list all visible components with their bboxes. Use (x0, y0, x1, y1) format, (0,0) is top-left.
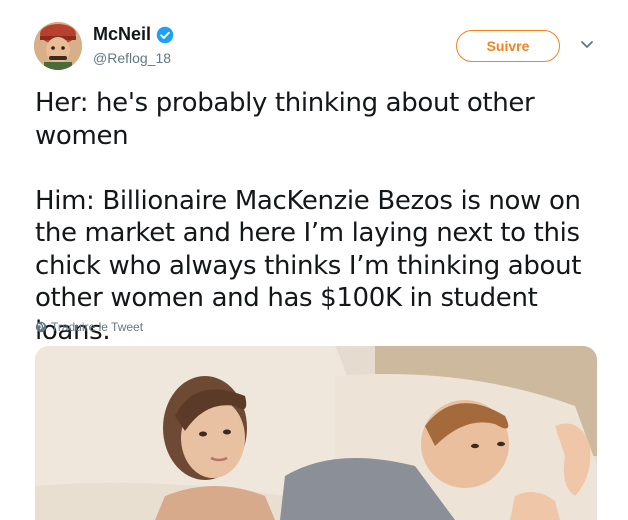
tweet-text-line: women (35, 120, 129, 151)
tweet-photo[interactable] (35, 346, 597, 520)
globe-icon (35, 321, 47, 333)
verified-badge-icon (156, 26, 174, 43)
tweet-text-line: Her: he's probably thinking about other (35, 88, 535, 118)
translate-tweet-link[interactable]: Traduire le Tweet (35, 320, 143, 334)
chevron-down-icon[interactable] (580, 40, 594, 50)
avatar-image-icon (34, 22, 82, 70)
user-avatar[interactable] (34, 22, 82, 70)
tweet-text-line: other women and has $100K in student loa… (35, 283, 538, 346)
follow-button[interactable]: Suivre (456, 30, 560, 62)
tweet-text: Her: he's probably thinking about other … (35, 87, 605, 347)
author-display-name[interactable]: McNeil (93, 24, 151, 45)
tweet-header: McNeil @Reflog_18 Suivre (0, 0, 628, 82)
tweet-text-line: chick who always thinks I’m thinking abo… (35, 250, 582, 281)
tweet-text-line: the market and here I’m laying next to t… (35, 218, 580, 248)
author-name-row: McNeil (93, 24, 174, 45)
author-handle[interactable]: @Reflog_18 (93, 50, 171, 66)
tweet-text-line: Him: Billionaire MacKenzie Bezos is now … (35, 185, 581, 216)
paragraph-break (35, 152, 605, 185)
translate-label: Traduire le Tweet (51, 320, 144, 334)
photo-couple-in-bed-icon (35, 346, 597, 520)
